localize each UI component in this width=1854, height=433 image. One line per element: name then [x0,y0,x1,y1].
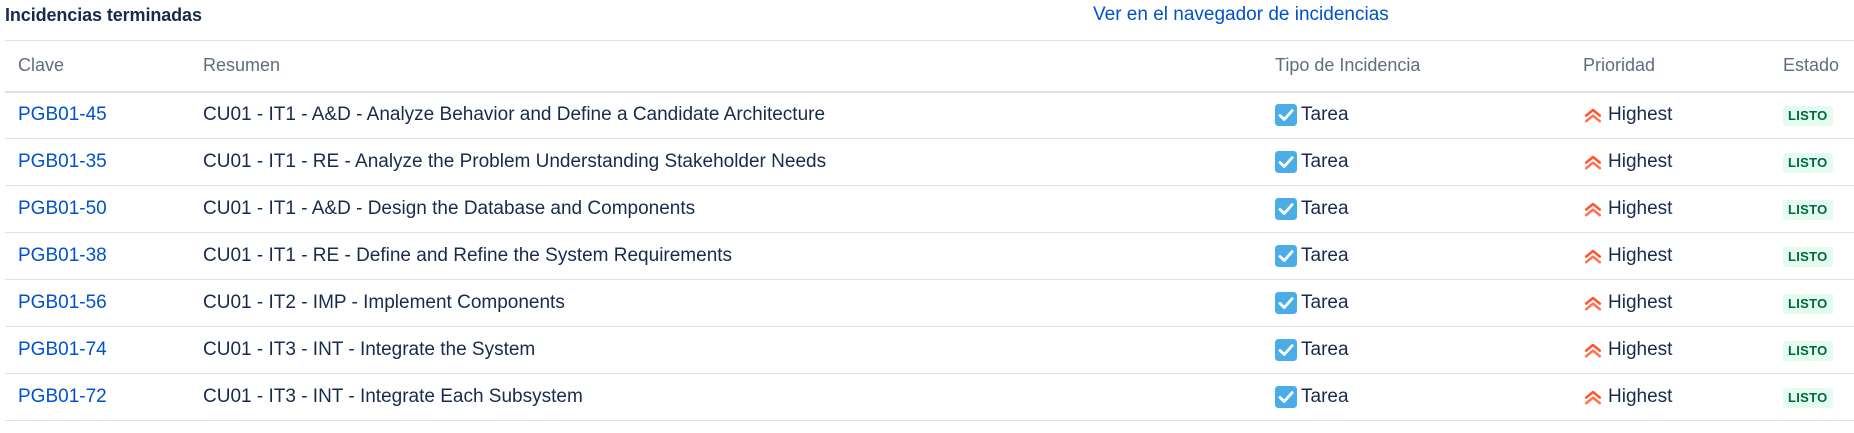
issue-key-link[interactable]: PGB01-50 [18,198,107,219]
priority-highest-icon [1584,109,1602,123]
issue-type: Tarea [1275,104,1570,127]
issue-type-label: Tarea [1301,292,1349,313]
status-badge: LISTO [1783,247,1833,267]
issue-summary: CU01 - IT1 - A&D - Analyze Behavior and … [190,92,1262,139]
table-header-row: Clave Resumen Tipo de Incidencia Priorid… [5,40,1854,92]
issue-priority: Highest [1583,198,1770,220]
issue-type-label: Tarea [1301,386,1349,407]
finished-issues-panel: Incidencias terminadas Ver en el navegad… [0,0,1854,433]
table-row: PGB01-56 CU01 - IT2 - IMP - Implement Co… [5,280,1854,327]
issue-summary-text: CU01 - IT3 - INT - Integrate Each Subsys… [203,386,583,407]
issue-summary: CU01 - IT1 - A&D - Design the Database a… [190,186,1262,233]
task-checkbox-icon [1275,198,1297,220]
issue-priority: Highest [1583,339,1770,361]
issues-table: Clave Resumen Tipo de Incidencia Priorid… [5,40,1854,421]
issue-summary-text: CU01 - IT1 - RE - Define and Refine the … [203,245,733,266]
status-badge: LISTO [1783,294,1833,314]
issue-summary-text: CU01 - IT1 - RE - Analyze the Problem Un… [203,151,827,172]
issue-summary: CU01 - IT3 - INT - Integrate the System [190,327,1262,374]
issue-key-link[interactable]: PGB01-56 [18,292,107,313]
table-row: PGB01-50 CU01 - IT1 - A&D - Design the D… [5,186,1854,233]
panel-title: Incidencias terminadas [5,5,202,25]
priority-highest-icon [1584,296,1602,311]
issue-priority: Highest [1583,292,1770,314]
issue-priority-label: Highest [1608,339,1673,360]
issues-table-body: PGB01-45 CU01 - IT1 - A&D - Analyze Beha… [5,92,1854,421]
issue-key-link[interactable]: PGB01-72 [18,386,107,407]
view-in-issue-navigator-link[interactable]: Ver en el navegador de incidencias [1093,2,1389,28]
table-row: PGB01-35 CU01 - IT1 - RE - Analyze the P… [5,139,1854,186]
column-header-status[interactable]: Estado [1770,41,1854,92]
priority-highest-icon [1584,155,1602,170]
issue-type: Tarea [1275,151,1570,173]
task-checkbox-icon [1275,386,1297,408]
column-header-summary[interactable]: Resumen [190,41,1262,92]
issue-type-label: Tarea [1301,339,1349,360]
issue-type-label: Tarea [1301,104,1349,126]
issue-priority-label: Highest [1608,104,1673,126]
priority-highest-icon [1584,249,1602,264]
issue-priority-label: Highest [1608,151,1673,172]
issue-type: Tarea [1275,245,1570,267]
task-checkbox-icon [1275,339,1297,361]
issue-key-link[interactable]: PGB01-38 [18,245,107,266]
status-badge: LISTO [1783,106,1833,127]
issue-summary: CU01 - IT1 - RE - Analyze the Problem Un… [190,139,1262,186]
status-badge: LISTO [1783,153,1833,173]
status-badge: LISTO [1783,341,1833,361]
issue-key-link[interactable]: PGB01-45 [18,104,107,125]
column-header-priority[interactable]: Prioridad [1570,41,1770,92]
issue-priority-label: Highest [1608,292,1673,313]
issue-priority: Highest [1583,245,1770,267]
issue-summary-text: CU01 - IT2 - IMP - Implement Components [203,292,565,313]
issue-priority-label: Highest [1608,386,1673,407]
priority-highest-icon [1584,343,1602,358]
issue-type-label: Tarea [1301,198,1349,219]
issue-type: Tarea [1275,292,1570,314]
priority-highest-icon [1584,390,1602,405]
priority-highest-icon [1584,202,1602,217]
issue-summary: CU01 - IT1 - RE - Define and Refine the … [190,233,1262,280]
task-checkbox-icon [1275,104,1297,127]
column-header-type[interactable]: Tipo de Incidencia [1262,41,1570,92]
issue-type-label: Tarea [1301,245,1349,266]
status-badge: LISTO [1783,200,1833,220]
issue-summary: CU01 - IT2 - IMP - Implement Components [190,280,1262,327]
issue-summary-text: CU01 - IT1 - A&D - Analyze Behavior and … [203,104,826,126]
task-checkbox-icon [1275,292,1297,314]
task-checkbox-icon [1275,151,1297,173]
column-header-key[interactable]: Clave [5,41,190,92]
panel-header: Incidencias terminadas Ver en el navegad… [0,0,1854,40]
table-row: PGB01-72 CU01 - IT3 - INT - Integrate Ea… [5,374,1854,421]
table-row: PGB01-45 CU01 - IT1 - A&D - Analyze Beha… [5,92,1854,139]
issue-key-link[interactable]: PGB01-74 [18,339,107,360]
table-row: PGB01-74 CU01 - IT3 - INT - Integrate th… [5,327,1854,374]
issue-priority: Highest [1583,151,1770,173]
issue-summary: CU01 - IT3 - INT - Integrate Each Subsys… [190,374,1262,421]
issue-summary-text: CU01 - IT1 - A&D - Design the Database a… [203,198,696,219]
issue-type-label: Tarea [1301,151,1349,172]
issue-priority: Highest [1583,104,1770,126]
issue-priority-label: Highest [1608,245,1673,266]
issue-key-link[interactable]: PGB01-35 [18,151,107,172]
issue-type: Tarea [1275,386,1570,408]
status-badge: LISTO [1783,388,1833,408]
issue-type: Tarea [1275,198,1570,220]
task-checkbox-icon [1275,245,1297,267]
issue-priority-label: Highest [1608,198,1673,219]
table-row: PGB01-38 CU01 - IT1 - RE - Define and Re… [5,233,1854,280]
issue-type: Tarea [1275,339,1570,361]
issue-priority: Highest [1583,386,1770,408]
issue-summary-text: CU01 - IT3 - INT - Integrate the System [203,339,536,360]
